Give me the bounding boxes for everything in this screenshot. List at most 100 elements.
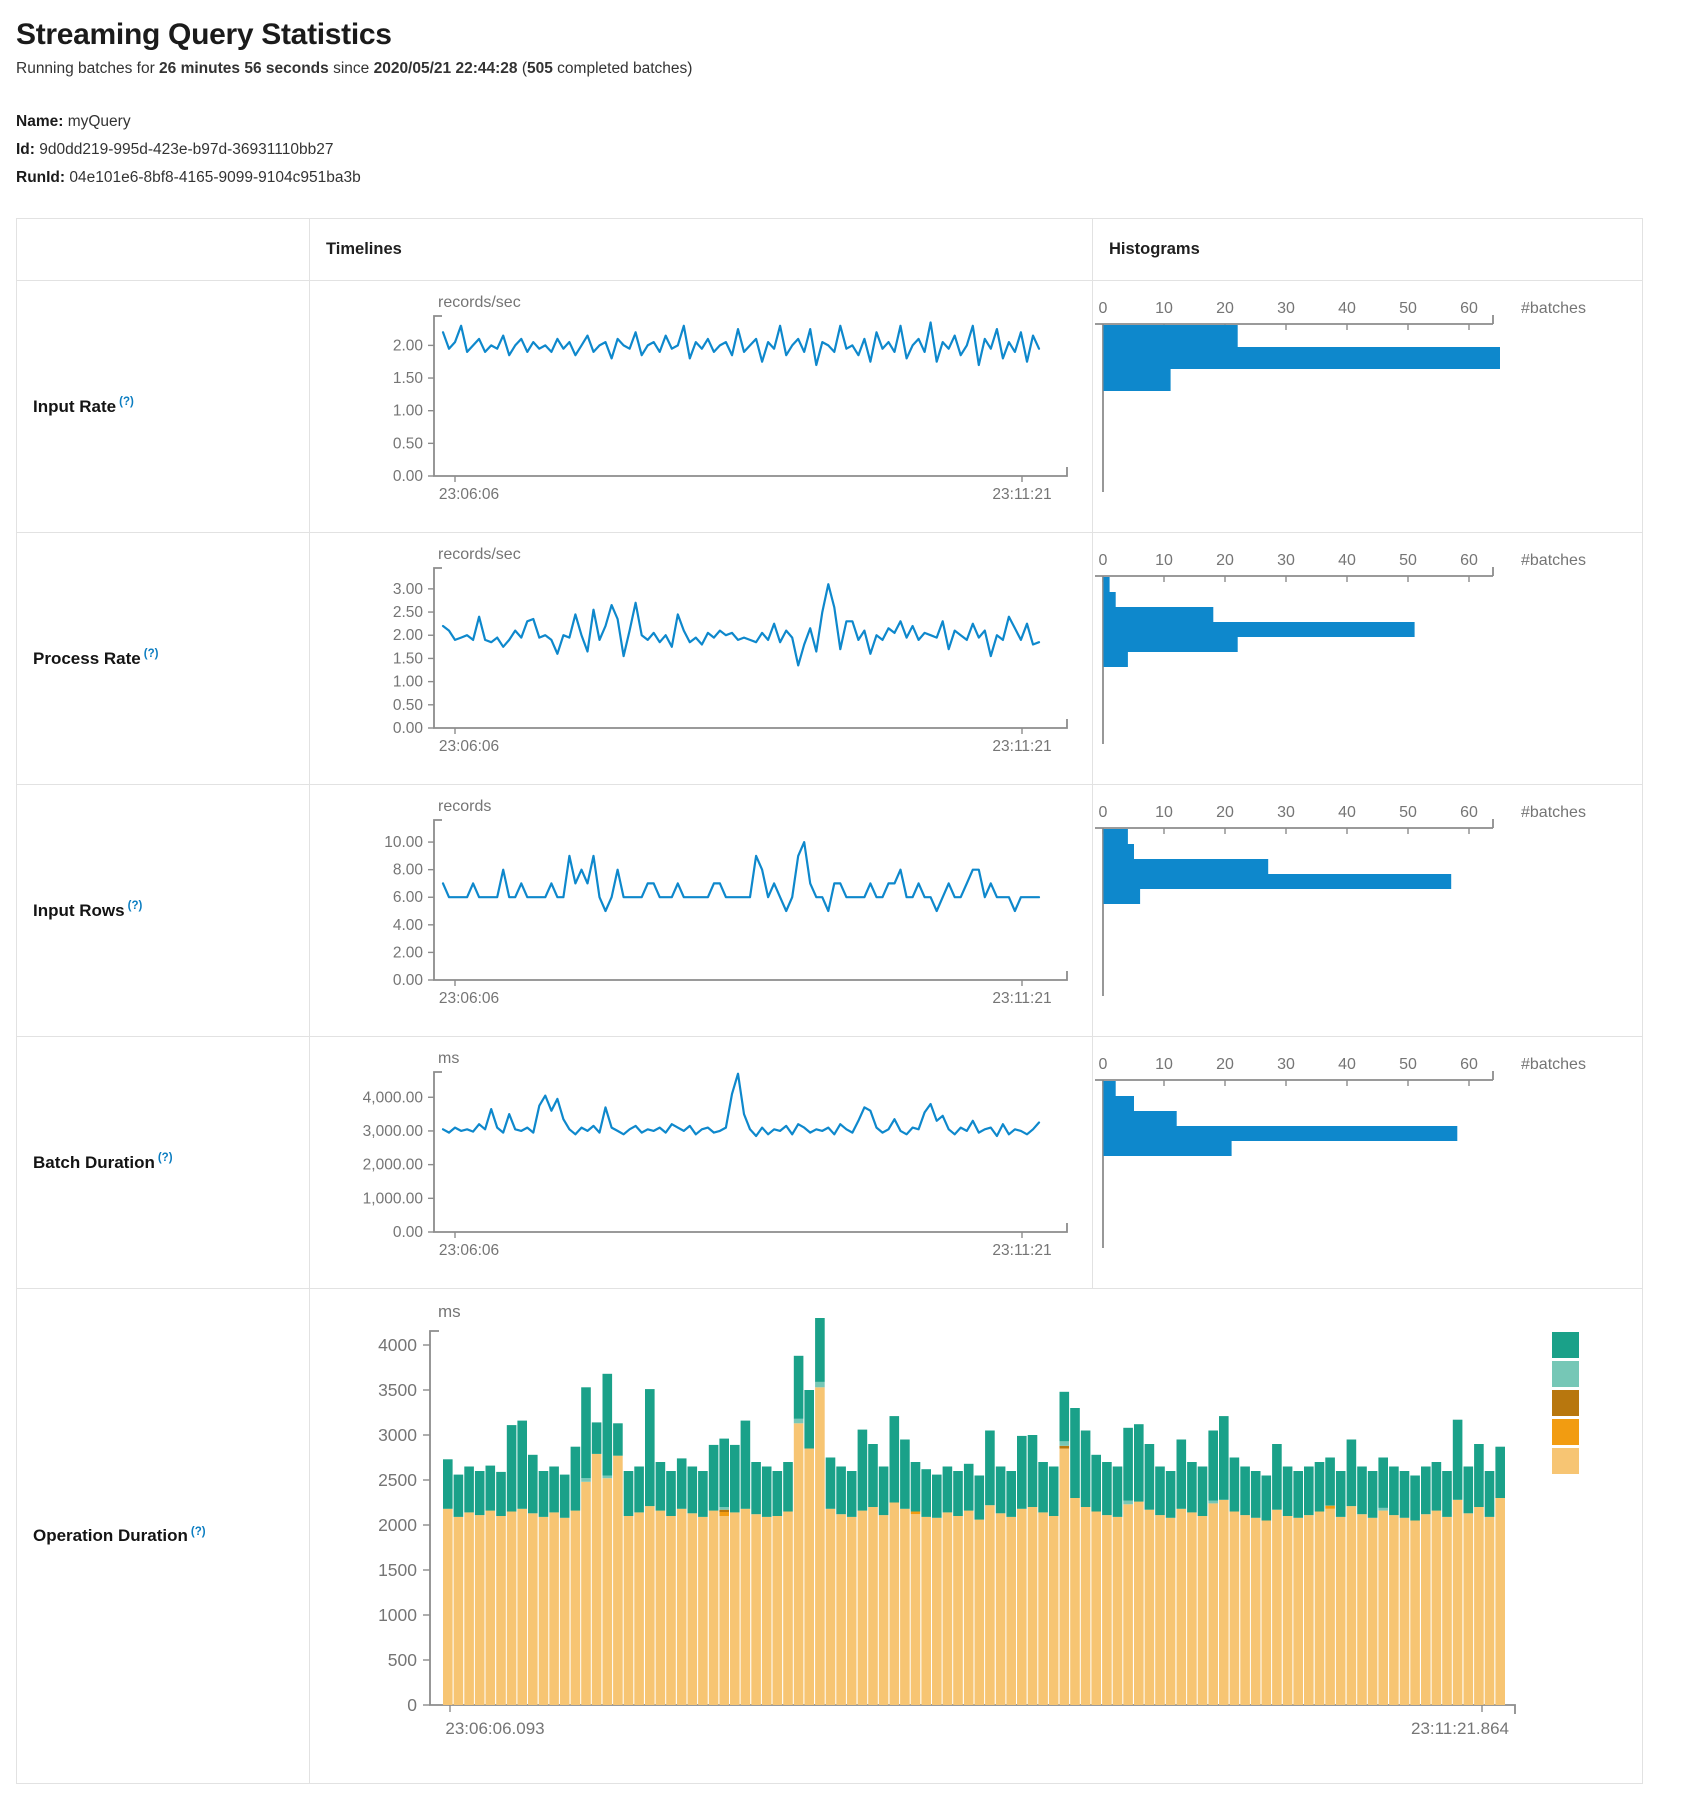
svg-text:40: 40 [1338, 552, 1356, 569]
batch-duration-histogram-chart: 0102030405060#batches [1093, 1037, 1643, 1289]
svg-text:0.50: 0.50 [393, 697, 424, 714]
query-runid-line: RunId: 04e101e6-8bf8-4165-9099-9104c951b… [16, 164, 1693, 192]
svg-text:50: 50 [1399, 552, 1417, 569]
svg-text:20: 20 [1216, 804, 1234, 821]
svg-text:30: 30 [1277, 804, 1295, 821]
svg-text:2.50: 2.50 [393, 604, 424, 621]
svg-text:1500: 1500 [378, 1560, 417, 1580]
svg-text:0: 0 [1099, 804, 1108, 821]
svg-text:30: 30 [1277, 552, 1295, 569]
svg-text:50: 50 [1399, 1056, 1417, 1073]
help-icon[interactable]: (?) [144, 648, 159, 660]
legend-swatch [1552, 1448, 1579, 1474]
svg-text:40: 40 [1338, 804, 1356, 821]
svg-text:60: 60 [1460, 804, 1478, 821]
svg-text:0: 0 [1099, 1056, 1108, 1073]
svg-text:60: 60 [1460, 552, 1478, 569]
batch-duration-row: Batch Duration(?) ms4,000.003,000.002,00… [17, 1037, 1643, 1289]
help-icon[interactable]: (?) [119, 396, 134, 408]
svg-text:23:06:06: 23:06:06 [439, 1242, 499, 1259]
svg-text:0.00: 0.00 [393, 720, 424, 737]
query-name-line: Name: myQuery [16, 108, 1693, 136]
batch-duration-timeline-chart: ms4,000.003,000.002,000.001,000.000.0023… [310, 1037, 1093, 1289]
svg-text:20: 20 [1216, 1056, 1234, 1073]
svg-text:ms: ms [438, 1050, 459, 1067]
input-rows-label: Input Rows [17, 901, 125, 920]
name-label: Name: [16, 113, 63, 130]
svg-text:6.00: 6.00 [393, 889, 424, 906]
process-rate-timeline-chart: records/sec3.002.502.001.501.000.500.002… [310, 533, 1093, 785]
process-rate-label: Process Rate [17, 649, 141, 668]
completed-batches-count: 505 [527, 60, 553, 77]
svg-text:#batches: #batches [1521, 552, 1586, 569]
svg-text:23:11:21: 23:11:21 [992, 1242, 1051, 1259]
svg-text:10: 10 [1155, 552, 1173, 569]
svg-text:60: 60 [1460, 1056, 1478, 1073]
svg-text:1,000.00: 1,000.00 [363, 1190, 424, 1207]
help-icon[interactable]: (?) [158, 1152, 173, 1164]
query-id-line: Id: 9d0dd219-995d-423e-b97d-36931110bb27 [16, 136, 1693, 164]
svg-text:2000: 2000 [378, 1515, 417, 1535]
svg-text:23:06:06.093: 23:06:06.093 [445, 1719, 544, 1738]
svg-text:1.50: 1.50 [393, 370, 424, 387]
svg-text:10.00: 10.00 [384, 834, 423, 851]
query-id: 9d0dd219-995d-423e-b97d-36931110bb27 [39, 141, 333, 158]
svg-text:1.50: 1.50 [393, 650, 424, 667]
id-label: Id: [16, 141, 35, 158]
svg-text:23:06:06: 23:06:06 [439, 990, 499, 1007]
page-title: Streaming Query Statistics [16, 18, 1693, 52]
legend-swatch [1552, 1332, 1579, 1358]
svg-text:records/sec: records/sec [438, 294, 521, 311]
input-rate-row: Input Rate(?) records/sec2.001.501.000.5… [17, 281, 1643, 533]
timelines-header: Timelines [310, 219, 1093, 281]
query-metadata: Name: myQuery Id: 9d0dd219-995d-423e-b97… [16, 108, 1693, 192]
svg-text:23:06:06: 23:06:06 [439, 486, 499, 503]
input-rows-timeline-chart: records10.008.006.004.002.000.0023:06:06… [310, 785, 1093, 1037]
runid-label: RunId: [16, 169, 65, 186]
svg-text:3,000.00: 3,000.00 [363, 1123, 424, 1140]
svg-text:0: 0 [1099, 300, 1108, 317]
svg-text:2,000.00: 2,000.00 [363, 1157, 424, 1174]
svg-text:0.00: 0.00 [393, 972, 424, 989]
svg-text:50: 50 [1399, 300, 1417, 317]
svg-text:0: 0 [407, 1695, 417, 1715]
svg-text:20: 20 [1216, 300, 1234, 317]
legend-swatch [1552, 1390, 1579, 1416]
svg-text:1.00: 1.00 [393, 674, 424, 691]
svg-text:0.00: 0.00 [393, 468, 424, 485]
operation-duration-stacked-chart: ms4000350030002500200015001000500023:06:… [310, 1289, 1643, 1784]
svg-text:1.00: 1.00 [393, 403, 424, 420]
svg-text:3.00: 3.00 [393, 581, 424, 598]
empty-header-cell [17, 219, 310, 281]
help-icon[interactable]: (?) [128, 900, 143, 912]
input-rate-histogram-chart: 0102030405060#batches [1093, 281, 1643, 533]
svg-text:#batches: #batches [1521, 300, 1586, 317]
help-icon[interactable]: (?) [191, 1526, 206, 1538]
process-rate-row: Process Rate(?) records/sec3.002.502.001… [17, 533, 1643, 785]
run-duration: 26 minutes 56 seconds [159, 60, 329, 77]
input-rows-row: Input Rows(?) records10.008.006.004.002.… [17, 785, 1643, 1037]
svg-text:30: 30 [1277, 300, 1295, 317]
svg-text:0: 0 [1099, 552, 1108, 569]
svg-text:records/sec: records/sec [438, 546, 521, 563]
query-name: myQuery [68, 113, 131, 130]
svg-text:23:11:21: 23:11:21 [992, 486, 1051, 503]
svg-text:3000: 3000 [378, 1425, 417, 1445]
input-rows-histogram-chart: 0102030405060#batches [1093, 785, 1643, 1037]
batch-duration-label: Batch Duration [17, 1153, 155, 1172]
svg-text:23:11:21: 23:11:21 [992, 990, 1051, 1007]
svg-text:500: 500 [388, 1650, 417, 1670]
svg-text:8.00: 8.00 [393, 862, 424, 879]
legend-swatch [1552, 1419, 1579, 1445]
table-header-row: Timelines Histograms [17, 219, 1643, 281]
operation-duration-label: Operation Duration [17, 1526, 188, 1545]
svg-text:3500: 3500 [378, 1380, 417, 1400]
streaming-query-statistics-page: Streaming Query Statistics Running batch… [0, 0, 1693, 1820]
legend-swatch [1552, 1361, 1579, 1387]
statistics-table: Timelines Histograms Input Rate(?) recor… [16, 218, 1643, 1784]
histograms-header: Histograms [1093, 219, 1643, 281]
svg-text:2.00: 2.00 [393, 337, 424, 354]
running-batches-summary: Running batches for 26 minutes 56 second… [16, 60, 1693, 78]
svg-text:4.00: 4.00 [393, 917, 424, 934]
input-rate-label: Input Rate [17, 397, 116, 416]
